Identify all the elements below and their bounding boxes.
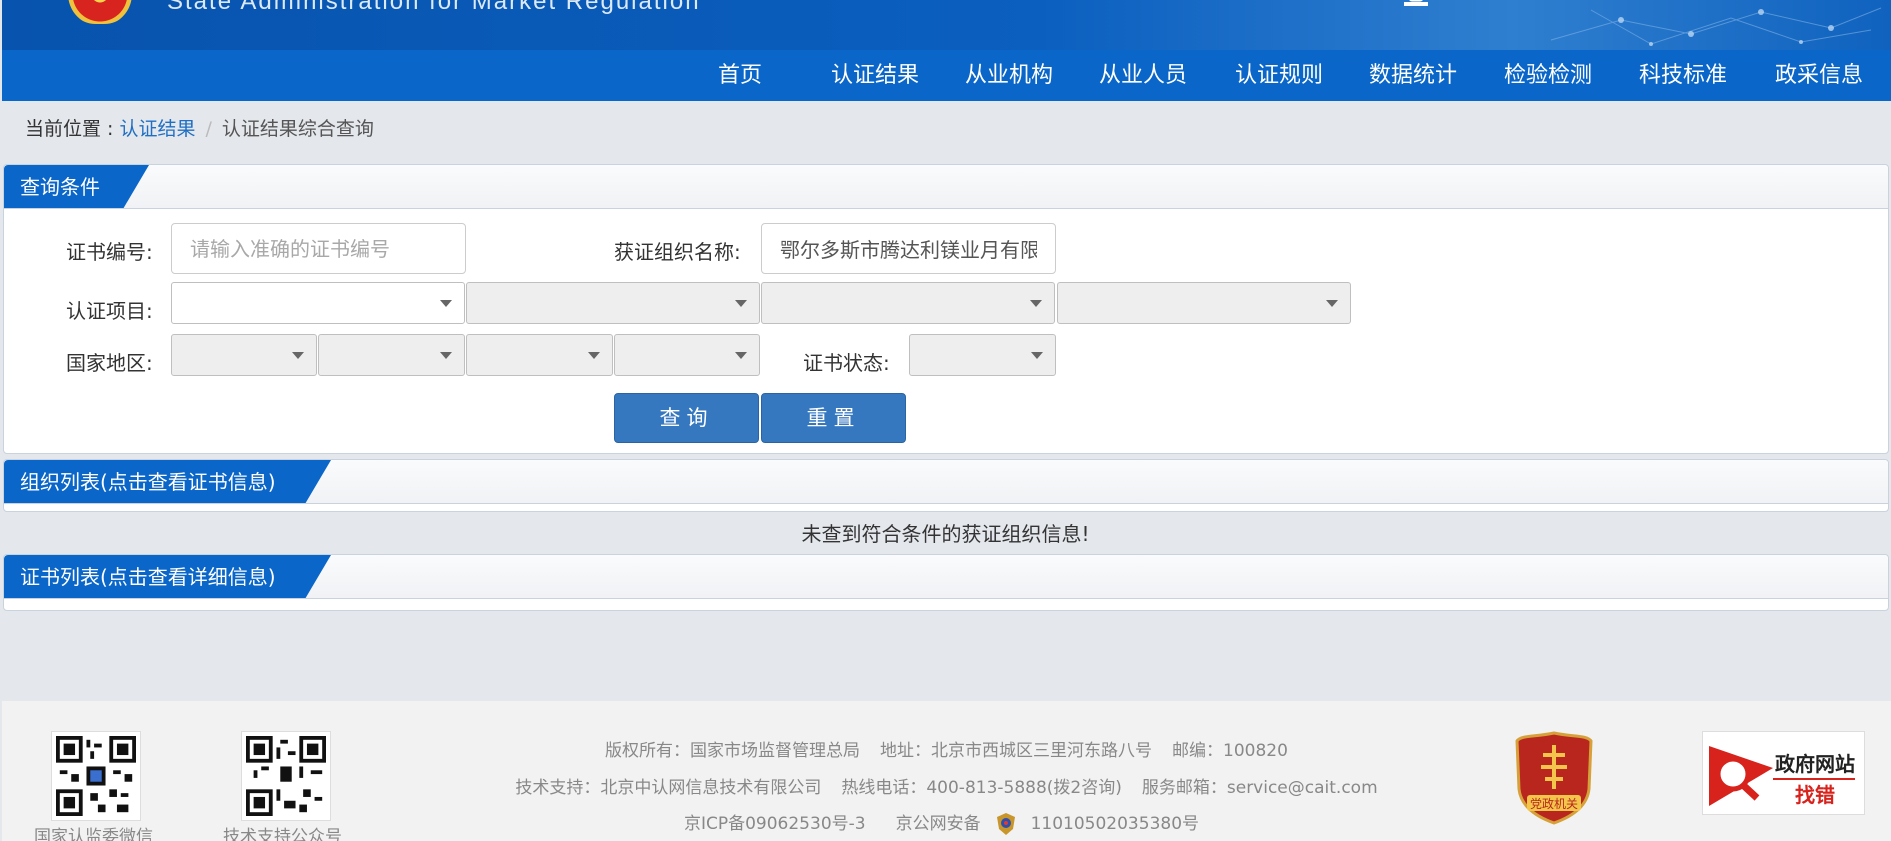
breadcrumb: 当前位置 : 认证结果 / 认证结果综合查询 <box>25 114 374 141</box>
breadcrumb-link-cert-results[interactable]: 认证结果 <box>119 118 195 140</box>
footer-icp[interactable]: 京ICP备09062530号-3 <box>684 814 866 834</box>
status-label: 证书状态: <box>803 351 890 375</box>
footer: 国家认监委微信 技术支持公众号 版权所有：国家市场监督管理总局 地址：北京市西城区… <box>2 701 1891 841</box>
cert-no-input[interactable] <box>171 223 466 274</box>
org-name-input[interactable] <box>761 223 1056 274</box>
footer-line-2: 技术支持：北京中认网信息技术有限公司 热线电话：400-813-5888(拨2咨询… <box>2 773 1891 798</box>
header-banner: State Administration for Market Regulati… <box>2 0 1891 50</box>
nav-item-institutions[interactable]: 从业机构 <box>965 50 1053 101</box>
footer-copyright: 版权所有：国家市场监督管理总局 <box>605 741 861 761</box>
cert-list-panel: 证书列表(点击查看详细信息) <box>3 554 1889 611</box>
footer-address: 地址：北京市西城区三里河东路八号 <box>880 741 1153 761</box>
police-record-prefix: 京公网安备 <box>895 814 981 834</box>
chevron-down-icon <box>440 352 452 359</box>
gov-site-line1: 政府网站 <box>1775 752 1855 776</box>
nav-item-home[interactable]: 首页 <box>718 50 762 101</box>
cert-list-header: 证书列表(点击查看详细信息) <box>4 555 1888 599</box>
org-list-title[interactable]: 组织列表(点击查看证书信息) <box>4 460 331 504</box>
site-english-title: State Administration for Market Regulati… <box>167 0 701 15</box>
cert-no-label: 证书编号: <box>66 240 153 264</box>
breadcrumb-separator: / <box>205 118 212 140</box>
main-nav: 首页 认证结果 从业机构 从业人员 认证规则 数据统计 检验检测 科技标准 政采… <box>2 50 1891 101</box>
chevron-down-icon <box>588 352 600 359</box>
query-button[interactable]: 查询 <box>614 393 759 443</box>
region-label: 国家地区: <box>66 351 153 375</box>
chevron-down-icon <box>292 352 304 359</box>
chevron-down-icon <box>1030 300 1042 307</box>
org-name-label: 获证组织名称: <box>614 240 741 264</box>
gov-site-line2: 找错 <box>1795 783 1835 807</box>
region-select-1[interactable] <box>171 334 317 376</box>
nav-item-standards[interactable]: 科技标准 <box>1639 50 1727 101</box>
party-badge-text: 党政机关 <box>1530 796 1578 811</box>
chevron-down-icon <box>735 352 747 359</box>
query-panel-header: 查询条件 <box>4 165 1888 209</box>
cert-project-select-1[interactable] <box>171 282 465 324</box>
footer-line-3: 京ICP备09062530号-3 京公网安备 11010502035380号 <box>2 809 1891 836</box>
org-list-empty-message: 未查到符合条件的获证组织信息! <box>801 522 1090 546</box>
police-badge-icon <box>996 813 1015 835</box>
cert-project-label: 认证项目: <box>66 299 153 323</box>
chevron-down-icon <box>735 300 747 307</box>
cert-list-title[interactable]: 证书列表(点击查看详细信息) <box>4 555 331 599</box>
cert-project-select-2[interactable] <box>466 282 760 324</box>
chevron-down-icon <box>1031 352 1043 359</box>
nav-item-statistics[interactable]: 数据统计 <box>1369 50 1457 101</box>
org-list-header: 组织列表(点击查看证书信息) <box>4 460 1888 504</box>
footer-email[interactable]: 服务邮箱：service@cait.com <box>1142 778 1378 798</box>
cert-project-select-4[interactable] <box>1057 282 1351 324</box>
chevron-down-icon <box>440 300 452 307</box>
region-select-4[interactable] <box>614 334 760 376</box>
nav-item-procurement[interactable]: 政采信息 <box>1775 50 1863 101</box>
org-list-panel: 组织列表(点击查看证书信息) <box>3 459 1889 512</box>
nav-item-cert-results[interactable]: 认证结果 <box>831 50 919 101</box>
query-panel-title: 查询条件 <box>4 165 149 209</box>
party-government-badge-icon[interactable]: 党政机关 <box>1515 731 1593 825</box>
reset-button[interactable]: 重置 <box>761 393 906 443</box>
national-emblem-icon <box>66 0 134 24</box>
nav-item-inspection[interactable]: 检验检测 <box>1504 50 1592 101</box>
gov-site-error-report[interactable]: 政府网站 找错 <box>1702 731 1865 815</box>
cert-status-select[interactable] <box>909 334 1056 376</box>
breadcrumb-prefix: 当前位置 : <box>25 118 120 140</box>
region-select-3[interactable] <box>466 334 613 376</box>
nav-item-cert-rules[interactable]: 认证规则 <box>1235 50 1323 101</box>
magnifier-icon: 政府网站 找错 <box>1709 746 1855 807</box>
region-select-2[interactable] <box>318 334 465 376</box>
circuit-decoration <box>1550 7 1882 46</box>
footer-police-record[interactable]: 京公网安备 11010502035380号 <box>886 813 1209 835</box>
breadcrumb-current: 认证结果综合查询 <box>221 118 374 140</box>
footer-postcode: 邮编：100820 <box>1172 741 1288 761</box>
police-record-number: 11010502035380号 <box>1030 814 1200 834</box>
user-icon[interactable] <box>1402 0 1430 12</box>
footer-line-1: 版权所有：国家市场监督管理总局 地址：北京市西城区三里河东路八号 邮编：100820 <box>2 736 1891 761</box>
footer-tech-support: 技术支持：北京中认网信息技术有限公司 <box>515 778 822 798</box>
chevron-down-icon <box>1326 300 1338 307</box>
nav-item-personnel[interactable]: 从业人员 <box>1099 50 1187 101</box>
footer-hotline: 热线电话：400-813-5888(拨2咨询) <box>841 778 1122 798</box>
cert-project-select-3[interactable] <box>761 282 1055 324</box>
